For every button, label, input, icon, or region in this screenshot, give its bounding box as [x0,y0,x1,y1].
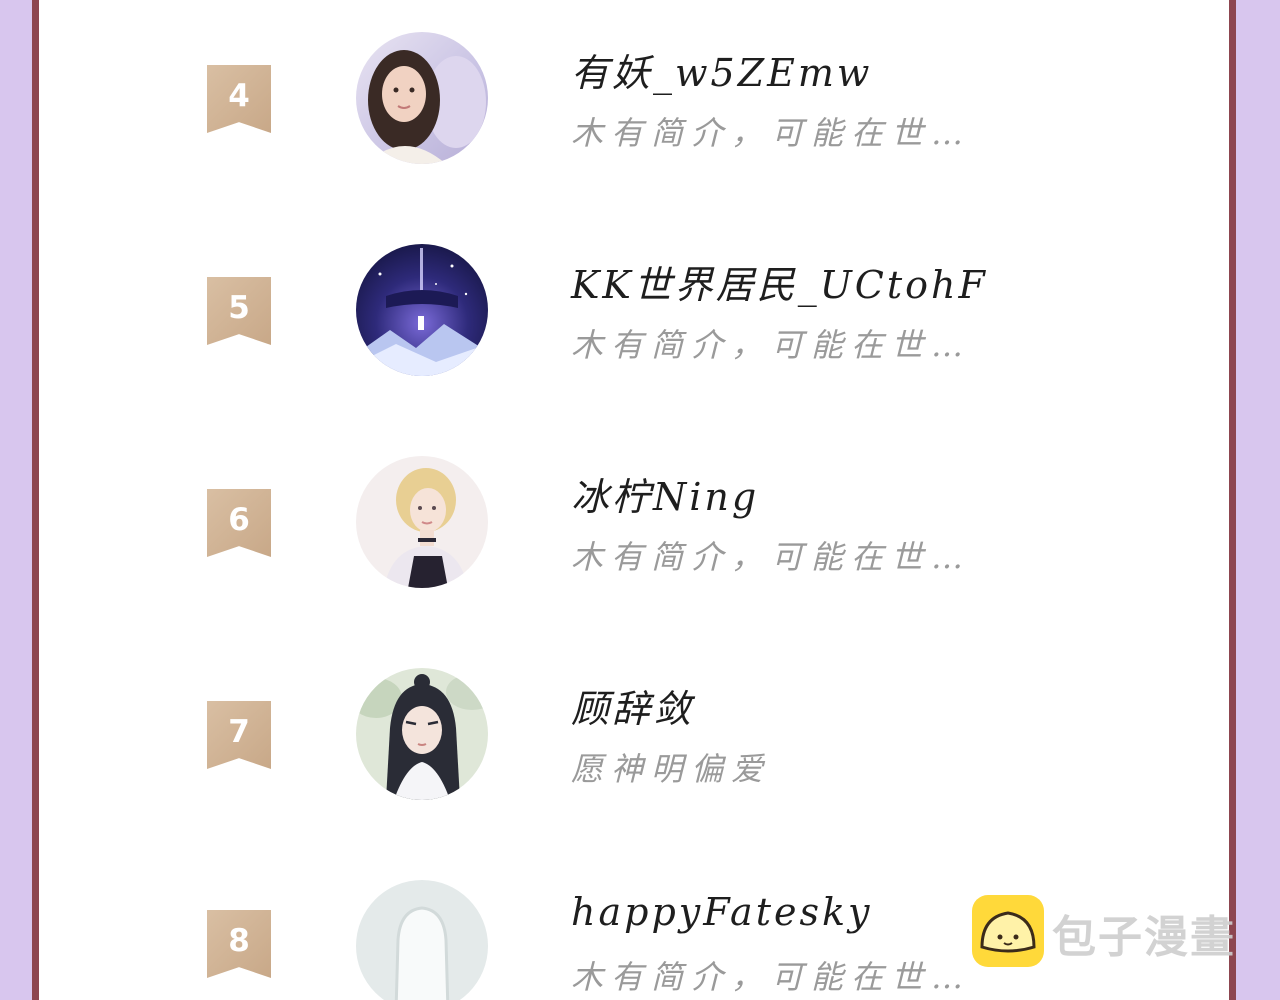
rank-badge: 7 [207,701,271,769]
list-item[interactable]: 7 顾辞敛 愿神明偏爱 [39,664,1229,804]
watermark-text: 包子漫畫 [1052,912,1236,963]
user-bio: 愿神明偏爱 [571,750,772,788]
rank-badge: 8 [207,910,271,978]
site-watermark: 包子漫畫 [972,895,1242,967]
user-bio: 木有简介，可能在世… [571,326,972,364]
avatar[interactable] [356,880,488,1000]
avatar[interactable] [356,32,488,164]
avatar[interactable] [356,244,488,376]
rank-badge: 6 [207,489,271,557]
user-bio: 木有简介，可能在世… [571,958,972,996]
baozi-logo-icon [972,895,1044,967]
avatar[interactable] [356,456,488,588]
illustrated-boy-avatar-icon [356,668,488,800]
user-name[interactable]: 顾辞敛 [571,678,694,733]
avatar[interactable] [356,668,488,800]
user-bio: 木有简介，可能在世… [571,114,972,152]
list-item[interactable]: 6 冰柠Ning 木有简介，可能在世… [39,452,1229,592]
rank-badge: 5 [207,277,271,345]
user-name[interactable]: happyFatesky [571,890,872,934]
ranking-panel: 4 有妖_w5ZEmw 木有简介，可能在世… 5 KK世界居民_UCtohF 木… [32,0,1236,1000]
default-avatar-icon [356,880,488,1000]
user-name[interactable]: 冰柠Ning [571,466,759,521]
page-background: 4 有妖_w5ZEmw 木有简介，可能在世… 5 KK世界居民_UCtohF 木… [0,0,1280,1000]
list-item[interactable]: 5 KK世界居民_UCtohF 木有简介，可能在世… [39,240,1229,380]
user-name[interactable]: 有妖_w5ZEmw [571,42,872,97]
user-bio: 木有简介，可能在世… [571,538,972,576]
user-name[interactable]: KK世界居民_UCtohF [571,254,988,309]
list-item[interactable]: 4 有妖_w5ZEmw 木有简介，可能在世… [39,28,1229,168]
photo-avatar-icon [356,32,488,164]
night-sky-avatar-icon [356,244,488,376]
rank-badge: 4 [207,65,271,133]
illustrated-girl-avatar-icon [356,456,488,588]
